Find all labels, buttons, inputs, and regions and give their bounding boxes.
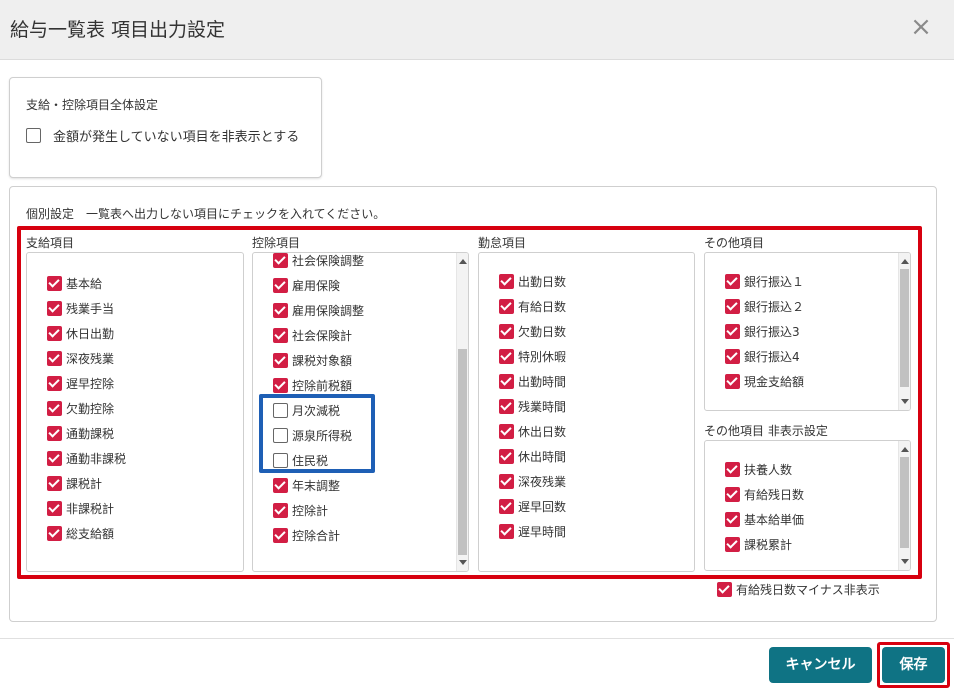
hide-zero-option[interactable]: 金額が発生していない項目を非表示とする bbox=[26, 126, 299, 145]
save-button[interactable]: 保存 bbox=[882, 647, 945, 683]
highlight-frame-blue bbox=[259, 394, 375, 473]
global-settings-panel: 支給・控除項目全体設定 金額が発生していない項目を非表示とする bbox=[9, 77, 322, 178]
footer-divider bbox=[0, 638, 954, 639]
paid-leave-negative-option[interactable]: 有給残日数マイナス非表示 bbox=[717, 580, 880, 598]
paid-leave-negative-label: 有給残日数マイナス非表示 bbox=[736, 582, 880, 597]
hide-zero-label: 金額が発生していない項目を非表示とする bbox=[53, 130, 300, 145]
dialog-title: 給与一覧表 項目出力設定 bbox=[10, 19, 226, 41]
highlight-frame-red bbox=[17, 226, 922, 579]
global-settings-title: 支給・控除項目全体設定 bbox=[26, 98, 159, 112]
dialog-header: 給与一覧表 項目出力設定 × bbox=[0, 0, 954, 60]
individual-settings-title: 個別設定 一覧表へ出力しない項目にチェックを入れてください。 bbox=[26, 207, 386, 221]
paid-leave-negative-checkbox[interactable] bbox=[717, 581, 732, 597]
hide-zero-checkbox[interactable] bbox=[26, 128, 41, 143]
close-icon[interactable]: × bbox=[908, 14, 934, 40]
cancel-button[interactable]: キャンセル bbox=[769, 647, 872, 683]
